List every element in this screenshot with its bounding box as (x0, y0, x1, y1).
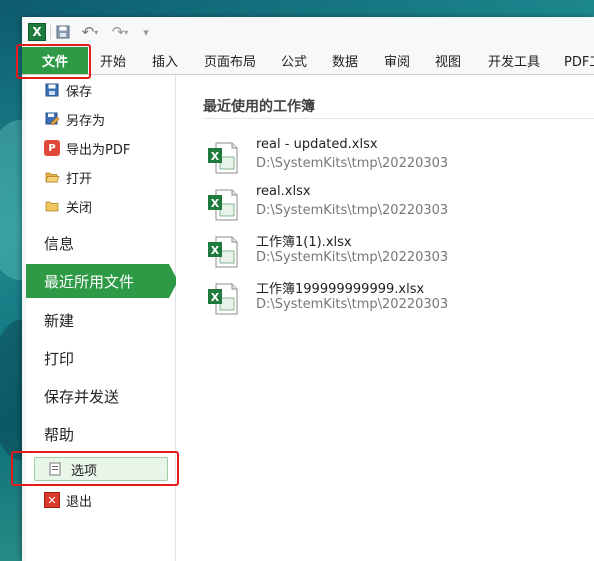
recent-file-item[interactable]: X 工作簿1(1).xlsx D:\SystemKits\tmp\2022030… (206, 231, 566, 275)
recent-workbooks-panel: 最近使用的工作簿 X real - updated.xlsx D:\System… (176, 75, 594, 561)
recent-file-path: D:\SystemKits\tmp\20220303 (256, 297, 449, 312)
excel-file-icon: X (208, 283, 238, 315)
recent-file-name: real.xlsx (256, 184, 311, 199)
recent-workbooks-heading: 最近使用的工作簿 (203, 99, 315, 115)
exit-label: 退出 (66, 494, 93, 510)
nav-new[interactable]: 新建 (26, 303, 175, 337)
recent-file-path: D:\SystemKits\tmp\20220303 (256, 203, 449, 218)
tab-formulas[interactable]: 公式 (281, 47, 307, 74)
redo-icon[interactable]: ↷ ▾ (108, 23, 132, 41)
recent-file-name: real - updated.xlsx (256, 137, 378, 152)
nav-save-and-send[interactable]: 保存并发送 (26, 379, 175, 413)
recent-file-path: D:\SystemKits\tmp\20220303 (256, 250, 449, 265)
tab-insert[interactable]: 插入 (152, 47, 178, 74)
open-label: 打开 (66, 171, 93, 187)
tab-review[interactable]: 审阅 (384, 47, 410, 74)
recent-file-name: 工作簿199999999999.xlsx (256, 282, 425, 297)
excel-file-icon: X (208, 236, 238, 268)
heading-divider (203, 118, 594, 119)
save-icon[interactable] (55, 23, 71, 41)
export-pdf-command[interactable]: P 导出为PDF (26, 135, 175, 161)
open-command[interactable]: 打开 (26, 164, 175, 190)
exit-icon: ✕ (44, 492, 60, 508)
recent-file-item[interactable]: X real - updated.xlsx D:\SystemKits\tmp\… (206, 137, 566, 181)
excel-file-icon: X (208, 142, 238, 174)
tab-home[interactable]: 开始 (100, 47, 126, 74)
export-pdf-label: 导出为PDF (66, 142, 131, 158)
nav-info[interactable]: 信息 (26, 226, 175, 260)
save-label: 保存 (66, 84, 93, 100)
save-command[interactable]: 保存 (26, 77, 175, 103)
ribbon-tab-bar: 文件 开始 插入 页面布局 公式 数据 审阅 视图 开发工具 PDF工具 (22, 47, 594, 75)
close-label: 关闭 (66, 200, 93, 216)
options-label: 选项 (71, 463, 98, 479)
recent-file-name: 工作簿1(1).xlsx (256, 235, 352, 250)
excel-file-icon: X (208, 189, 238, 221)
options-document-icon (49, 462, 63, 476)
nav-print[interactable]: 打印 (26, 341, 175, 375)
save-as-icon (44, 111, 60, 127)
recent-file-item[interactable]: X real.xlsx D:\SystemKits\tmp\20220303 (206, 184, 566, 228)
exit-command[interactable]: ✕ 退出 (26, 487, 175, 513)
tab-data[interactable]: 数据 (332, 47, 358, 74)
toolbar-divider (50, 25, 51, 39)
tab-view[interactable]: 视图 (435, 47, 461, 74)
excel-window: X ↶ ▾ ↷ ▾ ▾ 文件 开始 插入 页面布局 公式 数据 审阅 视图 开发工具… (22, 17, 594, 561)
folder-open-icon (44, 169, 60, 185)
nav-recent[interactable]: 最近所用文件 (26, 264, 169, 298)
tab-pdf-tools[interactable]: PDF工具 (564, 47, 594, 74)
recent-file-item[interactable]: X 工作簿199999999999.xlsx D:\SystemKits\tmp… (206, 278, 566, 322)
quick-access-toolbar: X ↶ ▾ ↷ ▾ ▾ (22, 17, 594, 47)
save-as-label: 另存为 (66, 113, 106, 129)
close-command[interactable]: 关闭 (26, 193, 175, 219)
svg-text:X: X (211, 150, 220, 163)
pdf-icon: P (44, 140, 60, 156)
svg-text:X: X (211, 197, 220, 210)
save-icon (44, 82, 60, 98)
undo-icon[interactable]: ↶ ▾ (78, 23, 102, 41)
tab-developer[interactable]: 开发工具 (488, 47, 540, 74)
nav-help[interactable]: 帮助 (26, 417, 175, 451)
file-tab[interactable]: 文件 (22, 47, 88, 74)
backstage-nav: 保存 另存为 P 导出为PDF 打开 关闭 信息 最近所用文件 新建 打印 保存… (26, 75, 178, 561)
excel-logo-icon[interactable]: X (28, 23, 46, 41)
options-button[interactable]: 选项 (34, 457, 168, 481)
customize-toolbar-icon[interactable]: ▾ (139, 23, 153, 41)
svg-text:X: X (211, 244, 220, 257)
folder-close-icon (44, 198, 60, 214)
svg-text:X: X (211, 291, 220, 304)
save-as-command[interactable]: 另存为 (26, 106, 175, 132)
recent-file-path: D:\SystemKits\tmp\20220303 (256, 156, 449, 171)
tab-page-layout[interactable]: 页面布局 (204, 47, 256, 74)
